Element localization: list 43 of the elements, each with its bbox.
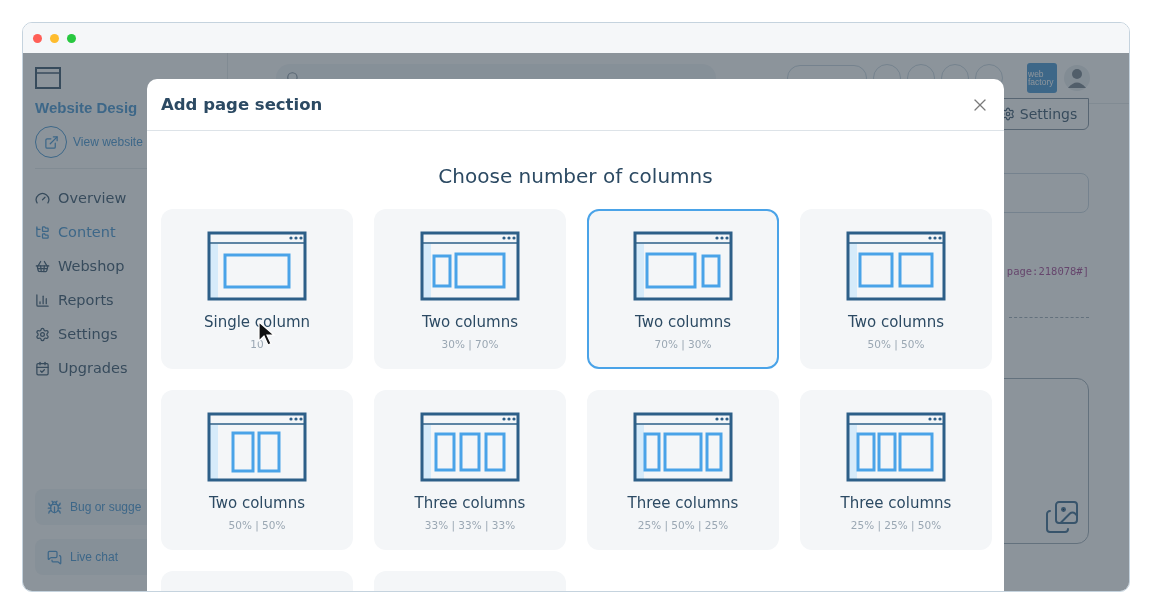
column-option-card[interactable]: Two columns 50% | 50% — [800, 209, 992, 369]
bar-chart-icon — [35, 292, 50, 308]
option-title: Single column — [203, 313, 311, 331]
option-subtitle: 50% | 50% — [867, 338, 925, 350]
column-option-card[interactable]: Single column 10 — [161, 209, 353, 369]
option-title: Three columns — [840, 494, 952, 512]
option-subtitle: 50% | 50% — [228, 519, 286, 531]
option-title: Two columns — [848, 313, 944, 331]
column-option-card[interactable]: Three columns 25% | 50% | 25% — [587, 390, 779, 550]
column-option-card[interactable]: Two columns 70% | 30% — [587, 209, 779, 369]
column-option-card[interactable]: Two columns 30% | 70% — [374, 209, 566, 369]
calendar-check-icon — [35, 360, 50, 376]
settings-icon — [35, 326, 50, 342]
image-grid-icon — [1044, 499, 1080, 535]
option-title: Two columns — [635, 313, 731, 331]
column-option-card[interactable]: Two columns 50% | 50% — [161, 390, 353, 550]
close-window-icon[interactable] — [33, 33, 42, 43]
option-title: Two columns — [422, 313, 518, 331]
logo: web factory — [1027, 63, 1057, 93]
dialog-title: Add page section — [161, 95, 323, 114]
option-subtitle: 25% | 50% | 25% — [637, 519, 729, 531]
sidebar-item[interactable]: Overview — [35, 187, 227, 209]
dialog-heading: Choose number of columns — [437, 164, 714, 188]
column-option-card[interactable]: Three columns 25% | 25% | 50% — [800, 390, 992, 550]
option-title: Three columns — [627, 494, 739, 512]
browser-window-icon — [35, 67, 61, 89]
bug-icon — [47, 499, 62, 515]
folder-tree-icon — [35, 224, 50, 240]
column-option-card[interactable]: Three columns 33% | 33% | 33% — [374, 390, 566, 550]
external-link-icon — [43, 134, 59, 150]
gauge-icon — [35, 190, 50, 206]
code-text: page:218078#] — [1006, 265, 1089, 277]
option-subtitle: 70% | 30% — [654, 338, 712, 350]
sidebar-title: Website Desig — [35, 99, 138, 116]
avatar-icon[interactable] — [1063, 64, 1091, 92]
option-title: Three columns — [414, 494, 526, 512]
chat-icon — [47, 549, 62, 565]
maximize-window-icon[interactable] — [67, 33, 76, 43]
option-subtitle: 33% | 33% | 33% — [424, 519, 516, 531]
basket-icon — [35, 258, 50, 274]
option-subtitle: 30% | 70% — [441, 338, 499, 350]
option-subtitle: 25% | 25% | 50% — [850, 519, 942, 531]
option-subtitle: 10 — [250, 338, 264, 350]
